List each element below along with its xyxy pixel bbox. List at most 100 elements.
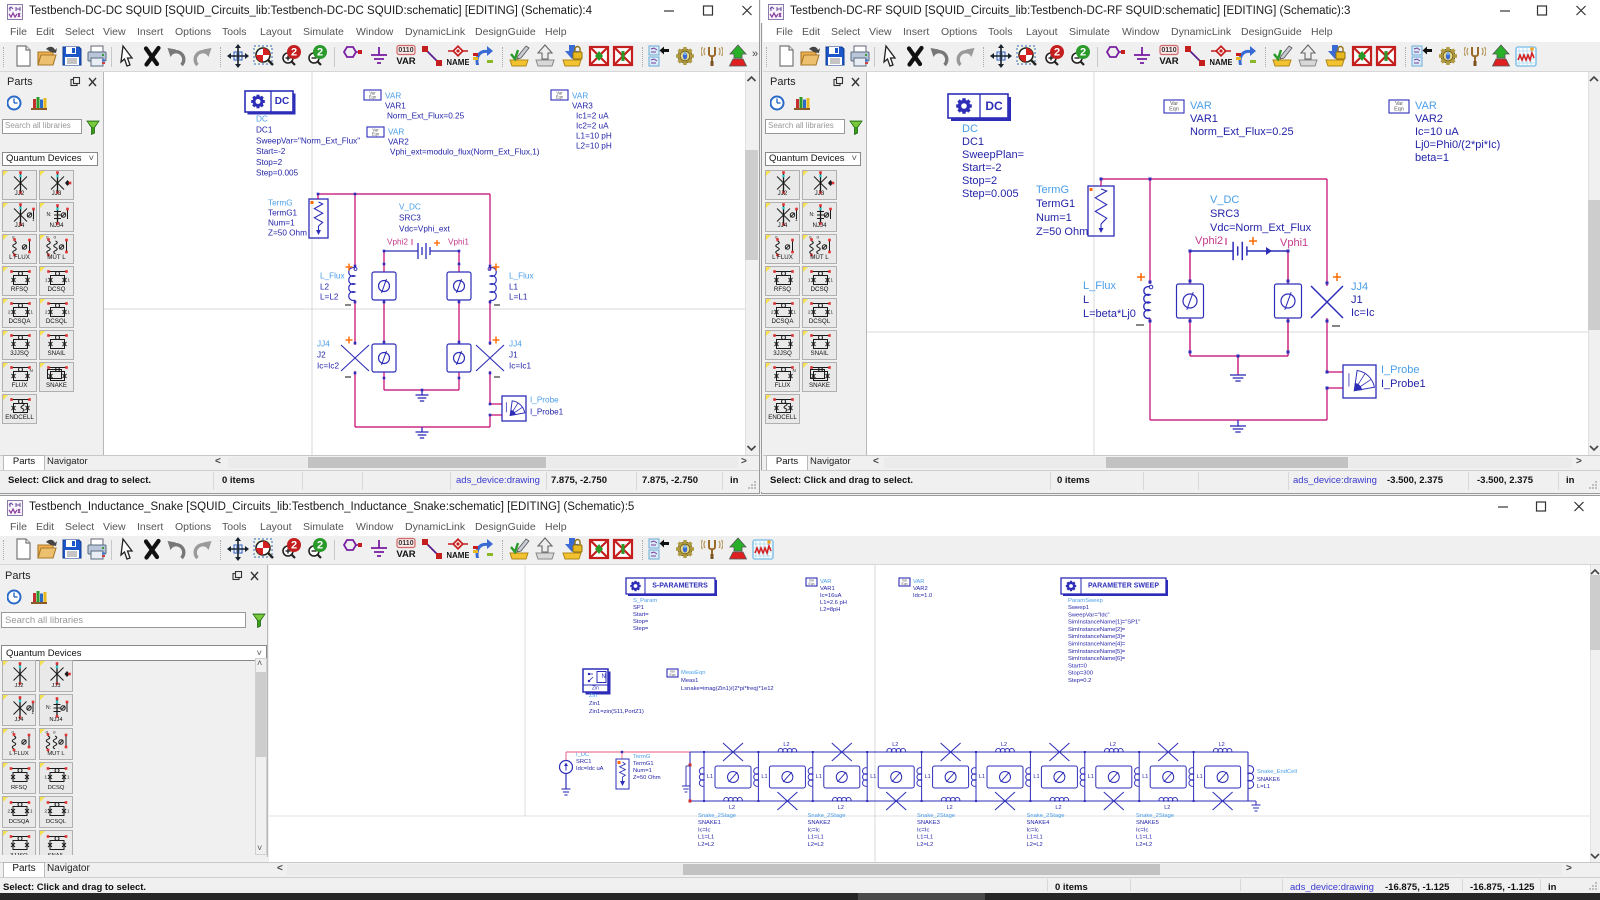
- svg-text:TermG: TermG: [1036, 184, 1069, 196]
- svg-text:RFSQ: RFSQ: [11, 286, 28, 293]
- svg-text:VAR: VAR: [1415, 100, 1437, 112]
- svg-text:0110: 0110: [398, 47, 413, 54]
- svg-text:NAME: NAME: [447, 58, 469, 67]
- svg-text:L1: L1: [1033, 774, 1039, 780]
- svg-text:Vdc=Norm_Ext_Flux: Vdc=Norm_Ext_Flux: [1210, 222, 1312, 234]
- svg-text:Snake_EndCell: Snake_EndCell: [1257, 769, 1297, 775]
- svg-text:L2=L2: L2=L2: [1027, 842, 1043, 848]
- svg-text:beta=1: beta=1: [1415, 152, 1449, 164]
- svg-text:SRC3: SRC3: [1210, 208, 1239, 220]
- svg-text:VAR: VAR: [396, 549, 415, 560]
- svg-text:SimInstanceName[5]=: SimInstanceName[5]=: [1068, 649, 1126, 655]
- svg-text:Ic2=2 uA: Ic2=2 uA: [576, 122, 609, 131]
- svg-text:DC1: DC1: [256, 126, 273, 135]
- svg-text:2: 2: [317, 540, 323, 552]
- svg-text:Num=1: Num=1: [633, 768, 652, 774]
- svg-text:DCSQA: DCSQA: [771, 318, 794, 325]
- svg-text:Lsnake=imag(Zin1)/(2*pi*freq)*: Lsnake=imag(Zin1)/(2*pi*freq)*1e12: [681, 686, 774, 692]
- svg-text:1: 1: [794, 310, 797, 315]
- svg-text:1: 1: [831, 278, 834, 283]
- svg-text:L1=L1: L1=L1: [1027, 835, 1043, 841]
- svg-text:RFSQ: RFSQ: [774, 286, 791, 293]
- svg-text:Zin1=zin(S11,PortZ1): Zin1=zin(S11,PortZ1): [589, 709, 644, 715]
- svg-text:TermG1: TermG1: [1036, 198, 1075, 210]
- svg-text:2: 2: [45, 310, 48, 315]
- svg-text:Step=0.2: Step=0.2: [1068, 678, 1091, 684]
- svg-text:Ic=Ic: Ic=Ic: [808, 827, 821, 833]
- svg-text:N:: N:: [810, 212, 815, 218]
- svg-text:2: 2: [808, 310, 811, 315]
- svg-text:L2=L2: L2=L2: [1136, 842, 1152, 848]
- svg-text:2: 2: [1054, 47, 1060, 59]
- svg-text:L FLUX: L FLUX: [9, 751, 29, 757]
- svg-text:L1=L1: L1=L1: [1136, 835, 1152, 841]
- svg-text:L2=L2: L2=L2: [917, 842, 933, 848]
- svg-text:MUT L: MUT L: [47, 751, 65, 757]
- svg-text:Ic=Ic1: Ic=Ic1: [509, 362, 532, 371]
- svg-text:N:: N:: [47, 212, 52, 218]
- svg-text:L1: L1: [816, 774, 822, 780]
- svg-text:DCSQA: DCSQA: [8, 318, 31, 325]
- svg-text:Snake_2Stage: Snake_2Stage: [1136, 813, 1174, 819]
- svg-text:SimInstanceName[2]=: SimInstanceName[2]=: [1068, 627, 1126, 633]
- svg-text:Start=: Start=: [633, 612, 649, 618]
- svg-text:SimInstanceName[3]=: SimInstanceName[3]=: [1068, 634, 1126, 640]
- svg-text:DC: DC: [985, 99, 1003, 113]
- svg-text:Snake_2Stage: Snake_2Stage: [698, 813, 736, 819]
- svg-text:L1: L1: [761, 774, 767, 780]
- svg-text:o: o: [53, 730, 56, 735]
- svg-text:SNAKE4: SNAKE4: [1027, 820, 1051, 826]
- svg-text:1: 1: [67, 809, 70, 814]
- svg-text:VAR1: VAR1: [385, 102, 406, 111]
- svg-text:L_Flux: L_Flux: [320, 272, 345, 281]
- svg-text:Z=50 Ohm: Z=50 Ohm: [1036, 226, 1088, 238]
- svg-text:SNAIL: SNAIL: [811, 350, 829, 357]
- svg-text:I_Probe: I_Probe: [530, 396, 559, 405]
- svg-text:Idc=1.0: Idc=1.0: [913, 593, 932, 599]
- svg-text:Vphi2: Vphi2: [1195, 235, 1223, 247]
- svg-text:1: 1: [808, 278, 811, 283]
- svg-text:VAR: VAR: [388, 128, 404, 137]
- svg-text:L2: L2: [1055, 805, 1061, 811]
- svg-text:Stop=: Stop=: [633, 619, 649, 625]
- svg-text:SNAKE: SNAKE: [46, 382, 67, 389]
- svg-text:JJ4: JJ4: [509, 340, 522, 349]
- svg-text:ENDCELL: ENDCELL: [5, 414, 34, 421]
- svg-text:DCSQL: DCSQL: [46, 819, 67, 825]
- svg-text:JJ4: JJ4: [1351, 281, 1368, 293]
- svg-text:L2=L2: L2=L2: [808, 842, 824, 848]
- svg-text:JJ2: JJ2: [778, 190, 788, 197]
- svg-text:L2: L2: [892, 742, 898, 748]
- svg-text:Stop=2: Stop=2: [962, 175, 997, 187]
- svg-text:N: N: [30, 368, 33, 373]
- svg-text:0110: 0110: [1161, 47, 1176, 54]
- svg-text:Stop=300: Stop=300: [1068, 671, 1093, 677]
- svg-text:Meas1: Meas1: [681, 678, 698, 684]
- svg-text:J1: J1: [509, 351, 518, 360]
- svg-text:TermG1: TermG1: [268, 209, 298, 218]
- svg-text:Norm_Ext_Flux=0.25: Norm_Ext_Flux=0.25: [1190, 126, 1294, 138]
- svg-text:Vphi_ext=modulo_flux(Norm_Ext_: Vphi_ext=modulo_flux(Norm_Ext_Flux,1): [390, 148, 540, 157]
- svg-text:TermG1: TermG1: [633, 761, 654, 767]
- svg-text:VAR: VAR: [1159, 56, 1178, 67]
- svg-text:Step=0.005: Step=0.005: [962, 188, 1019, 200]
- svg-text:VAR2: VAR2: [1415, 113, 1443, 125]
- svg-text:I_Probe1: I_Probe1: [530, 408, 564, 417]
- svg-text:SNAKE5: SNAKE5: [1136, 820, 1159, 826]
- svg-text:I_Probe: I_Probe: [1381, 364, 1420, 376]
- svg-text:Ic=Ic: Ic=Ic: [917, 827, 930, 833]
- svg-text:L1: L1: [1088, 774, 1094, 780]
- svg-text:JJ3: JJ3: [815, 190, 825, 197]
- svg-text:Eqn: Eqn: [809, 582, 815, 586]
- svg-text:S-PARAMETERS: S-PARAMETERS: [652, 583, 708, 590]
- svg-text:ParamSweep: ParamSweep: [1068, 598, 1103, 604]
- svg-text:VAR: VAR: [396, 56, 415, 67]
- svg-text:L2: L2: [729, 805, 735, 811]
- svg-text:NAME: NAME: [447, 551, 469, 560]
- svg-text:L1=10 pH: L1=10 pH: [576, 132, 612, 141]
- svg-text:1: 1: [30, 809, 33, 814]
- svg-text:RFSQ: RFSQ: [11, 785, 28, 791]
- svg-text:Vdc=Vphi_ext: Vdc=Vphi_ext: [399, 225, 450, 234]
- svg-text:L_Flux: L_Flux: [1083, 280, 1117, 292]
- svg-text:DC: DC: [256, 115, 268, 124]
